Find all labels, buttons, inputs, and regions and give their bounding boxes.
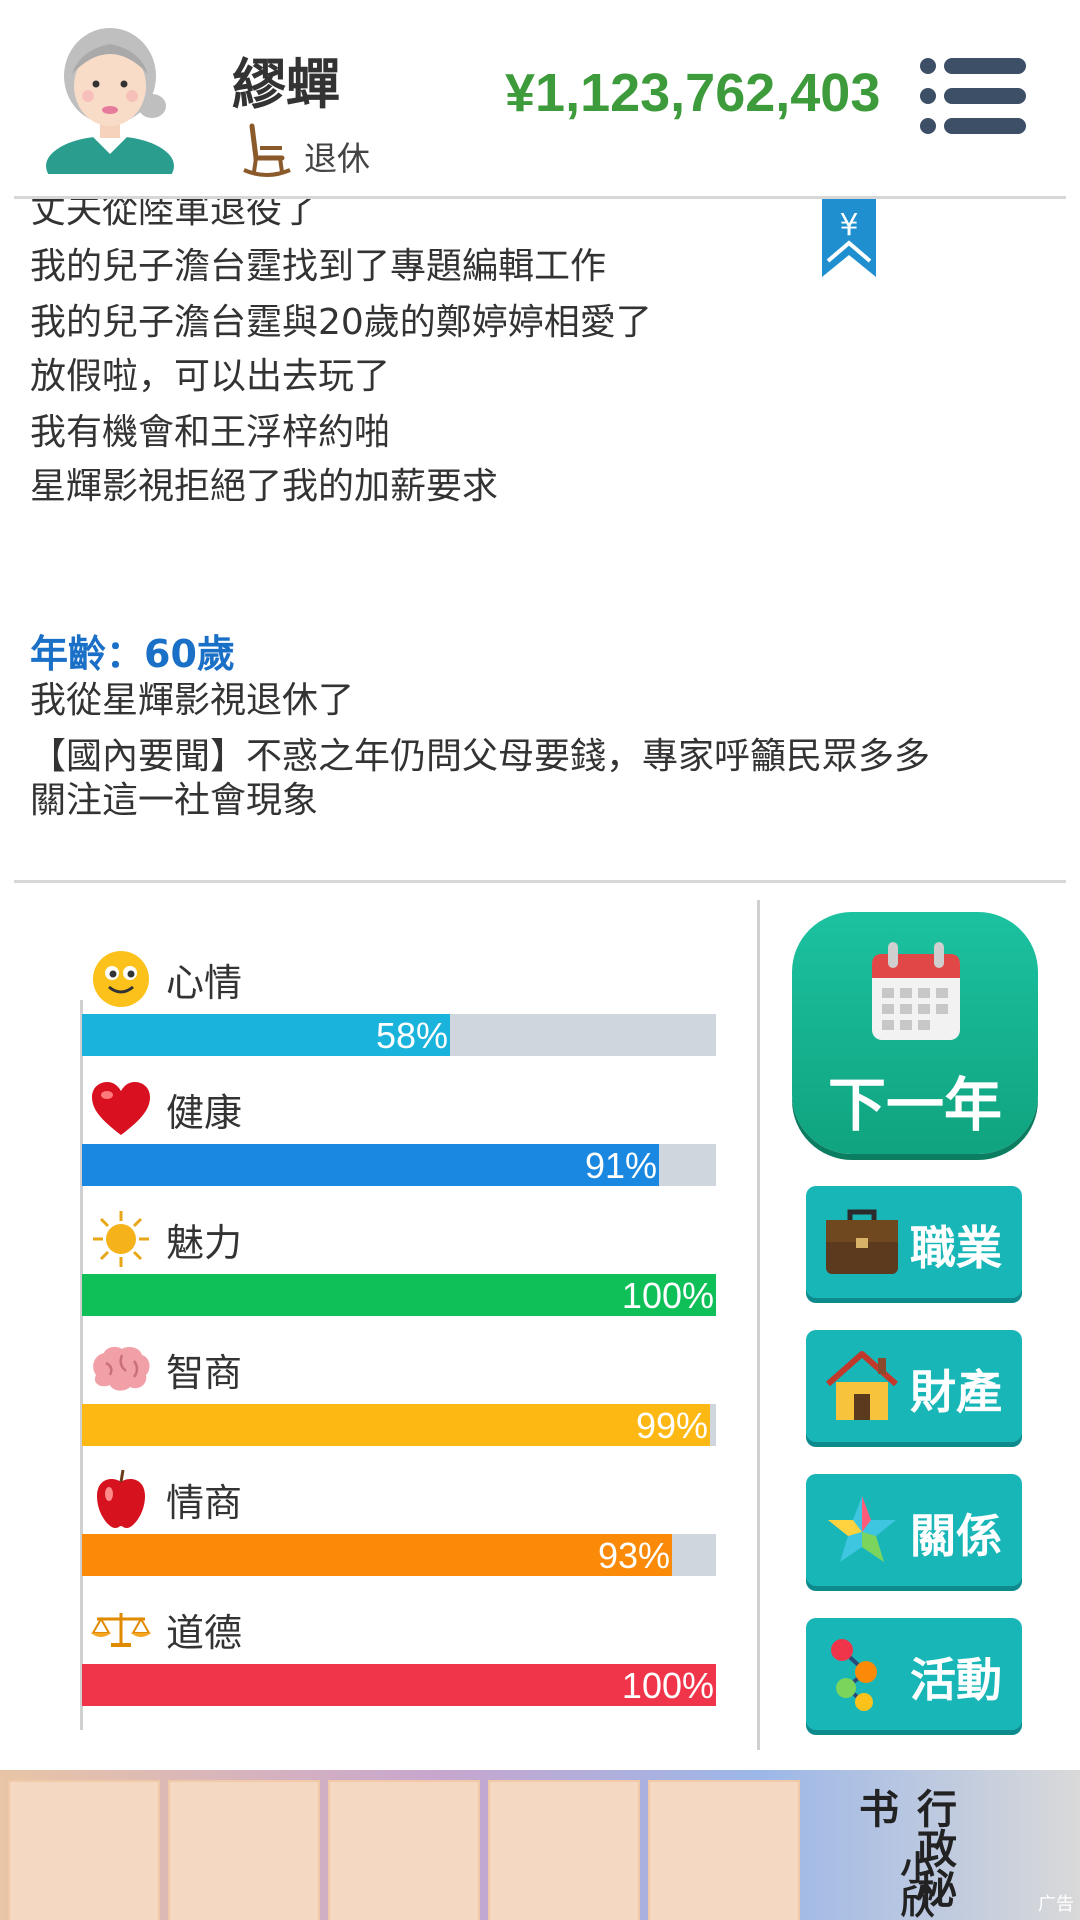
- log-line: 【國內要聞】不惑之年仍問父母要錢，專家呼籲民眾多多: [30, 736, 931, 777]
- ad-subtitle: 小欣: [894, 1850, 934, 1918]
- money-balance: ¥1,123,762,403: [505, 63, 881, 123]
- stat-percent: 91%: [584, 1145, 657, 1186]
- stat-label: 智商: [166, 1350, 243, 1395]
- activities-button[interactable]: 活動: [806, 1618, 1022, 1730]
- grandma-avatar-icon[interactable]: [40, 14, 180, 174]
- character-name: 繆蟬: [232, 53, 340, 116]
- stat-percent: 58%: [375, 1015, 448, 1056]
- career-label: 職業: [910, 1221, 1002, 1275]
- stats-axis-line: [80, 1000, 83, 1730]
- apple-icon: [97, 1469, 145, 1528]
- stat-bar-fill: [82, 1274, 716, 1316]
- stat-label: 健康: [166, 1090, 243, 1135]
- stat-bar-health: 91%: [82, 1144, 716, 1186]
- ad-portrait: [488, 1780, 640, 1920]
- stat-row-charm: 魅力: [88, 1206, 242, 1272]
- status-row: 退休: [242, 122, 370, 178]
- activity-dots-icon: [831, 1639, 877, 1711]
- stat-label: 情商: [166, 1480, 243, 1525]
- stat-row-eq: 情商: [88, 1466, 242, 1532]
- status-label: 退休: [304, 139, 370, 178]
- rocking-chair-icon: [243, 123, 291, 177]
- briefcase-icon: [826, 1209, 898, 1274]
- property-label: 財產: [910, 1365, 1002, 1419]
- stat-bar-fill: [82, 1664, 716, 1706]
- log-line: 我有機會和王浮梓約啪: [30, 412, 391, 453]
- scales-icon: [91, 1613, 151, 1647]
- log-line: 我從星輝影視退休了: [30, 680, 355, 721]
- log-line: 放假啦，可以出去玩了: [30, 356, 391, 397]
- career-button[interactable]: 職業: [806, 1186, 1022, 1298]
- relations-button[interactable]: 關係: [806, 1474, 1022, 1586]
- stat-row-morality: 道德: [88, 1596, 242, 1662]
- next-year-label: 下一年: [827, 1071, 1002, 1139]
- stat-bar-fill: [82, 1404, 710, 1446]
- brain-icon: [93, 1346, 150, 1391]
- bookmark-symbol: ¥: [839, 208, 858, 243]
- stat-label: 魅力: [166, 1220, 243, 1265]
- stat-bar-fill: [82, 1144, 659, 1186]
- smiley-icon: [93, 951, 149, 1007]
- log-line: 丈夫從陸軍退役了: [30, 199, 319, 231]
- age-heading: 年齡：60歲: [30, 632, 235, 676]
- log-line: 我的兒子澹台霆找到了專題編輯工作: [30, 246, 607, 287]
- stat-row-iq: 智商: [88, 1336, 242, 1402]
- header-bar: 繆蟬 退休 ¥1,123,762,403: [0, 0, 1080, 196]
- ad-portrait: [168, 1780, 320, 1920]
- stat-bar-charm: 100%: [82, 1274, 716, 1316]
- ad-banner[interactable]: 行政秘书 小欣 广告: [0, 1770, 1080, 1920]
- panel-separator: [757, 900, 760, 1750]
- money-bookmark-icon[interactable]: ¥: [820, 199, 878, 279]
- stat-label: 心情: [166, 960, 243, 1005]
- log-line: 星輝影視拒絕了我的加薪要求: [30, 466, 499, 507]
- stat-percent: 93%: [597, 1535, 670, 1576]
- stat-bar-fill: [82, 1534, 672, 1576]
- house-icon: [826, 1351, 898, 1420]
- ad-tag: 广告: [1038, 1894, 1074, 1915]
- ad-portrait: [648, 1780, 800, 1920]
- stat-row-health: 健康: [88, 1076, 242, 1142]
- stat-percent: 100%: [621, 1275, 714, 1316]
- stat-row-mood: 心情: [88, 946, 242, 1012]
- log-divider: [14, 880, 1066, 883]
- stat-bar-eq: 93%: [82, 1534, 716, 1576]
- relations-label: 關係: [910, 1509, 1002, 1563]
- ad-portrait: [8, 1780, 160, 1920]
- property-button[interactable]: 財產: [806, 1330, 1022, 1442]
- log-line: 關注這一社會現象: [30, 780, 319, 821]
- life-event-log[interactable]: 丈夫從陸軍退役了 我的兒子澹台霆找到了專題編輯工作 我的兒子澹台霆與20歲的鄭婷…: [0, 199, 1080, 881]
- menu-icon[interactable]: [920, 56, 1026, 136]
- stat-label: 道德: [166, 1610, 243, 1655]
- heart-icon: [92, 1082, 150, 1135]
- calendar-icon: [872, 942, 960, 1040]
- stat-bar-mood: 58%: [82, 1014, 716, 1056]
- stat-bar-iq: 99%: [82, 1404, 716, 1446]
- next-year-button[interactable]: 下一年: [792, 912, 1038, 1154]
- ad-portrait: [328, 1780, 480, 1920]
- stat-percent: 100%: [621, 1665, 714, 1706]
- sun-icon: [93, 1211, 149, 1267]
- stat-percent: 99%: [635, 1405, 708, 1446]
- log-line: 我的兒子澹台霆與20歲的鄭婷婷相愛了: [30, 302, 652, 343]
- activities-label: 活動: [910, 1653, 1002, 1707]
- stat-bar-morality: 100%: [82, 1664, 716, 1706]
- star-icon: [828, 1496, 896, 1562]
